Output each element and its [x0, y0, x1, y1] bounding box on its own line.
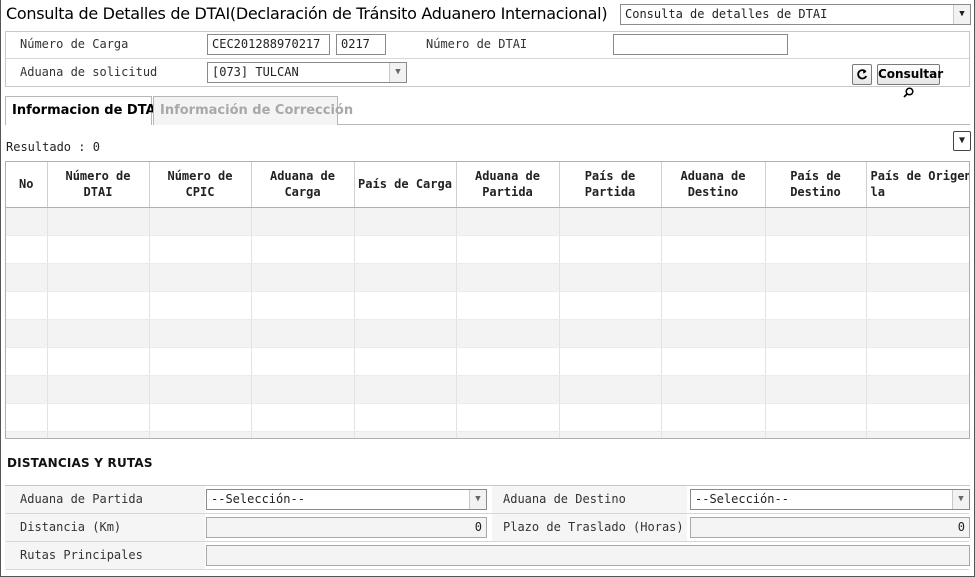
table-header-row: No Número de DTAI Número de CPIC Aduana …: [6, 162, 969, 208]
magnifier-icon: [903, 86, 914, 100]
col-header-numero-cpic[interactable]: Número de CPIC: [149, 162, 252, 208]
table-row: [6, 375, 969, 404]
collapse-button[interactable]: ▼: [953, 131, 971, 151]
carga-suffix-field[interactable]: 0217: [336, 34, 386, 55]
aduana-partida-value: --Selección--: [211, 492, 305, 506]
rutas-field: [206, 545, 970, 566]
distancia-label: Distancia (Km): [20, 520, 122, 534]
table-row: [6, 347, 969, 376]
table-row: [6, 235, 969, 264]
col-header-pais-carga[interactable]: País de Carga: [354, 162, 457, 208]
aduana-destino-select[interactable]: --Selección-- ▼: [690, 489, 970, 510]
plazo-field: 0: [690, 517, 970, 538]
refresh-button[interactable]: [852, 64, 872, 85]
carga-number-field[interactable]: CEC201288970217: [207, 34, 330, 55]
consultar-button[interactable]: Consultar: [877, 64, 944, 98]
distancias-section-title: DISTANCIAS Y RUTAS: [7, 456, 153, 470]
chevron-down-icon: ▼: [958, 135, 966, 146]
aduana-partida-label: Aduana de Partida: [20, 492, 143, 506]
chevron-down-icon[interactable]: ▼: [389, 63, 406, 82]
aduana-destino-label: Aduana de Destino: [503, 492, 626, 506]
col-header-pais-origen[interactable]: País de Origen de la: [866, 162, 969, 208]
refresh-icon: [856, 69, 868, 84]
result-count: Resultado : 0: [6, 140, 100, 154]
divider: [6, 569, 969, 570]
screen-select-value: Consulta de detalles de DTAI: [625, 7, 828, 21]
rutas-label: Rutas Principales: [20, 548, 143, 562]
aduana-partida-select[interactable]: --Selección-- ▼: [206, 489, 487, 510]
col-header-pais-partida[interactable]: País de Partida: [559, 162, 662, 208]
dtai-results-table: No Número de DTAI Número de CPIC Aduana …: [5, 161, 970, 439]
table-row: [6, 403, 969, 432]
aduana-solicitud-label: Aduana de solicitud: [20, 65, 158, 79]
table-row: [6, 207, 969, 236]
divider: [6, 58, 969, 59]
divider: [6, 513, 969, 514]
chevron-down-icon[interactable]: ▼: [953, 5, 970, 24]
col-header-no[interactable]: No: [6, 162, 48, 208]
consultar-label: Consultar: [878, 67, 944, 81]
aduana-destino-value: --Selección--: [695, 492, 789, 506]
col-header-numero-dtai[interactable]: Número de DTAI: [47, 162, 150, 208]
aduana-solicitud-value: [073] TULCAN: [212, 65, 299, 79]
tab-underline: [338, 124, 970, 125]
tab-informacion-correccion[interactable]: Información de Corrección: [153, 96, 353, 125]
col-header-pais-destino[interactable]: País de Destino: [765, 162, 867, 208]
dtai-label: Número de DTAI: [426, 37, 528, 51]
divider: [6, 541, 969, 542]
col-header-aduana-carga[interactable]: Aduana de Carga: [251, 162, 355, 208]
distancia-field: 0: [206, 517, 487, 538]
plazo-label: Plazo de Traslado (Horas): [503, 520, 684, 534]
tab-informacion-dtai[interactable]: Informacion de DTAI: [5, 96, 160, 125]
chevron-down-icon[interactable]: ▼: [952, 490, 969, 509]
col-header-aduana-partida[interactable]: Aduana de Partida: [456, 162, 560, 208]
table-row: [6, 291, 969, 320]
col-header-aduana-destino[interactable]: Aduana de Destino: [661, 162, 766, 208]
table-body: [6, 207, 969, 438]
screen-select[interactable]: Consulta de detalles de DTAI ▼: [620, 4, 971, 25]
table-row: [6, 431, 969, 438]
dtai-number-field[interactable]: [613, 34, 788, 55]
table-row: [6, 319, 969, 348]
table-row: [6, 263, 969, 292]
chevron-down-icon[interactable]: ▼: [469, 490, 486, 509]
carga-label: Número de Carga: [20, 37, 129, 51]
aduana-solicitud-select[interactable]: [073] TULCAN ▼: [207, 62, 407, 83]
page-title: Consulta de Detalles de DTAI(Declaración…: [6, 4, 608, 23]
